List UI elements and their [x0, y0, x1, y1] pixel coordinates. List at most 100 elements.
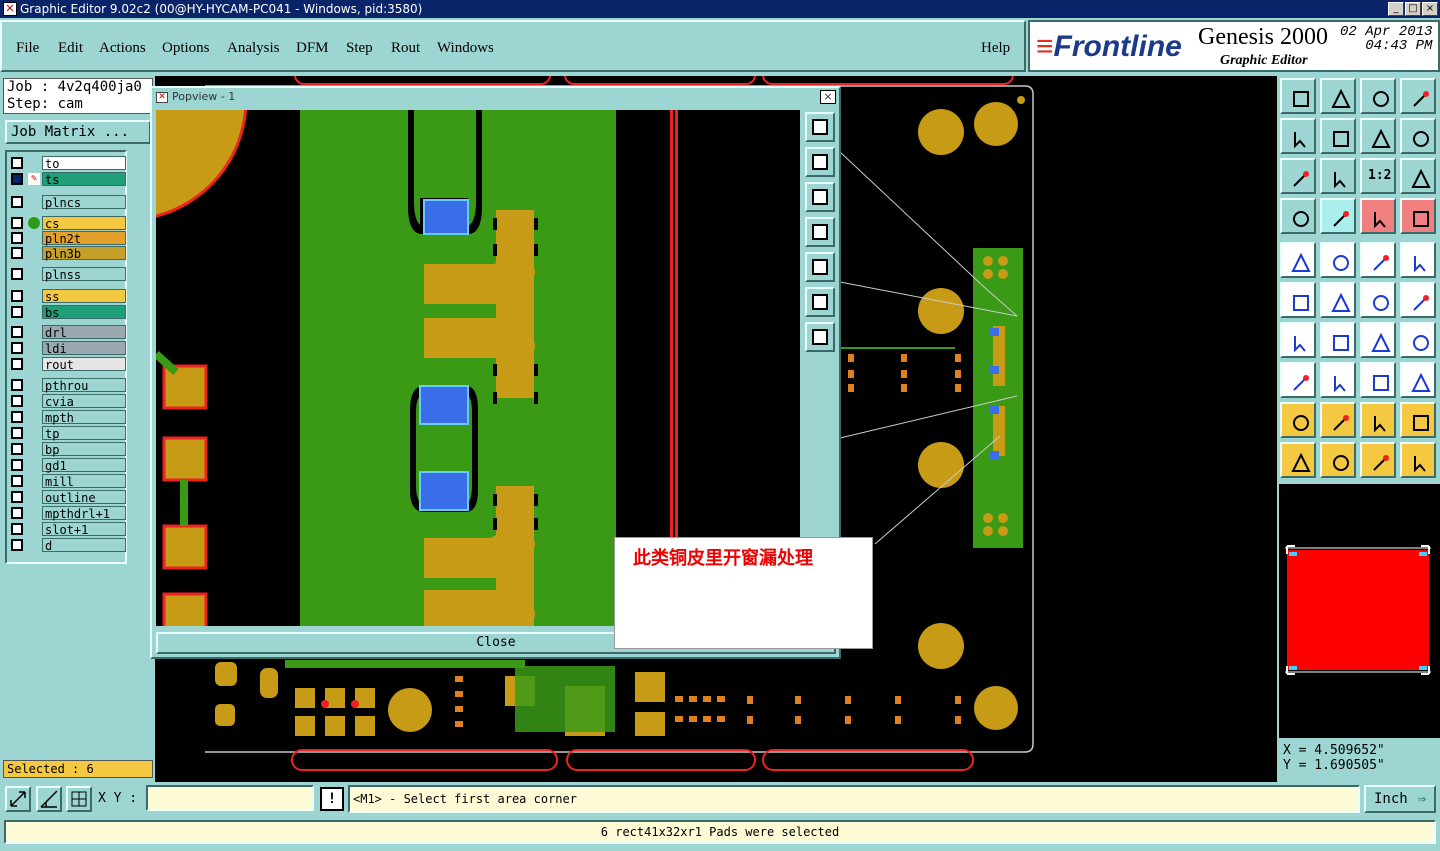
pointer-button[interactable] [1280, 442, 1316, 478]
layer-checkbox[interactable] [11, 173, 23, 185]
menu-actions[interactable]: Actions [99, 40, 146, 57]
help-button[interactable] [1400, 158, 1436, 194]
angle-button[interactable] [1280, 322, 1316, 358]
route-button[interactable] [1400, 442, 1436, 478]
arrow-button[interactable] [1400, 282, 1436, 318]
zoom-left-button[interactable] [1280, 118, 1316, 154]
pan-button[interactable] [1280, 242, 1316, 278]
triangle-c-button[interactable] [1360, 402, 1396, 438]
arc-button[interactable] [1360, 322, 1396, 358]
layer-row-to[interactable]: to [7, 156, 129, 171]
overview-panel[interactable] [1279, 484, 1440, 738]
connect-button[interactable] [1280, 282, 1316, 318]
popview-pan-down-button[interactable] [805, 182, 835, 212]
minimize-button[interactable]: _ [1388, 2, 1404, 16]
menu-step[interactable]: Step [346, 40, 373, 57]
zoom-area-button[interactable] [5, 786, 31, 812]
menu-options[interactable]: Options [162, 40, 210, 57]
home-down-button[interactable] [1320, 78, 1356, 114]
text-button[interactable] [1400, 322, 1436, 358]
layer-checkbox[interactable] [11, 268, 23, 280]
popview-close-icon[interactable]: × [820, 90, 836, 104]
menu-rout[interactable]: Rout [391, 40, 420, 57]
layer-row-mpth[interactable]: mpth [7, 410, 129, 425]
popview-zoom-in-button[interactable] [805, 287, 835, 317]
layer-checkbox[interactable] [11, 379, 23, 391]
dot-button[interactable] [1400, 242, 1436, 278]
split-button[interactable] [1400, 78, 1436, 114]
flip-button[interactable] [1360, 118, 1396, 154]
pen-button[interactable] [1320, 322, 1356, 358]
job-matrix-button[interactable]: Job Matrix ... [5, 120, 151, 144]
layer-checkbox[interactable] [11, 443, 23, 455]
line-button[interactable] [1360, 282, 1396, 318]
cross-button[interactable] [1320, 282, 1356, 318]
triangle-b-button[interactable] [1320, 402, 1356, 438]
triangle-d-button[interactable] [1400, 402, 1436, 438]
menu-file[interactable]: File [16, 40, 39, 57]
layer-row-slot1[interactable]: slot+1 [7, 522, 129, 537]
layer-checkbox[interactable] [11, 217, 23, 229]
ratio-button[interactable]: 1:2 [1360, 158, 1396, 194]
snap-active-button[interactable] [1400, 198, 1436, 234]
layer-row-mill[interactable]: mill [7, 474, 129, 489]
center-button[interactable] [1320, 158, 1356, 194]
layer-row-plnss[interactable]: plnss [7, 267, 129, 282]
layer-row-pln2t[interactable]: pln2t [7, 231, 129, 246]
fit-box-button[interactable] [1360, 362, 1396, 398]
layer-checkbox[interactable] [11, 306, 23, 318]
layer-checkbox[interactable] [11, 326, 23, 338]
layer-row-mpthdrl1[interactable]: mpthdrl+1 [7, 506, 129, 521]
zoom-right-button[interactable] [1320, 118, 1356, 154]
menu-edit[interactable]: Edit [58, 40, 83, 57]
layer-checkbox[interactable] [11, 196, 23, 208]
layer-row-cs[interactable]: cs [7, 216, 129, 231]
layer-row-tp[interactable]: tp [7, 426, 129, 441]
layer-checkbox[interactable] [11, 427, 23, 439]
layer-checkbox[interactable] [11, 491, 23, 503]
popview-pan-left-button[interactable] [805, 217, 835, 247]
layer-row-d[interactable]: d [7, 538, 129, 553]
layer-checkbox[interactable] [11, 411, 23, 423]
alert-button[interactable]: ! [320, 787, 344, 811]
menu-help[interactable]: Help [981, 40, 1010, 57]
layer-checkbox[interactable] [11, 459, 23, 471]
xy-input[interactable] [146, 785, 314, 811]
snap-button[interactable] [1360, 198, 1396, 234]
popview-pan-up-button[interactable] [805, 147, 835, 177]
layer-checkbox[interactable] [11, 358, 23, 370]
layer-checkbox[interactable] [11, 475, 23, 487]
measure-button[interactable] [36, 786, 62, 812]
layer-row-rout[interactable]: rout [7, 357, 129, 372]
layer-row-ts[interactable]: ✎ ts [7, 172, 129, 187]
layer-checkbox[interactable] [11, 247, 23, 259]
layer-checkbox[interactable] [11, 232, 23, 244]
target-button[interactable] [1280, 362, 1316, 398]
grid-button[interactable] [1320, 198, 1356, 234]
layer-row-gd1[interactable]: gd1 [7, 458, 129, 473]
pointer-alt-button[interactable] [1360, 442, 1396, 478]
layers-button[interactable] [1400, 362, 1436, 398]
layer-row-cvia[interactable]: cvia [7, 394, 129, 409]
menu-analysis[interactable]: Analysis [227, 40, 280, 57]
layer-row-bs[interactable]: bs [7, 305, 129, 320]
layer-row-plncs[interactable]: plncs [7, 195, 129, 210]
s-curve-button[interactable] [1400, 118, 1436, 154]
layer-row-pln3b[interactable]: pln3b [7, 246, 129, 261]
layer-row-ldi[interactable]: ldi [7, 341, 129, 356]
fit-button[interactable] [1280, 158, 1316, 194]
layer-checkbox[interactable] [11, 539, 23, 551]
maximize-button[interactable]: □ [1405, 2, 1421, 16]
popview-zoom-out-button[interactable] [805, 322, 835, 352]
layer-row-pthrou[interactable]: pthrou [7, 378, 129, 393]
layer-row-drl[interactable]: drl [7, 325, 129, 340]
layer-checkbox[interactable] [11, 157, 23, 169]
layer-checkbox[interactable] [11, 342, 23, 354]
pointer-box-button[interactable] [1320, 442, 1356, 478]
popview-zoom-fit-button[interactable] [805, 112, 835, 142]
layer-checkbox[interactable] [11, 523, 23, 535]
ruler-button[interactable] [1360, 242, 1396, 278]
layer-checkbox[interactable] [11, 395, 23, 407]
grid-button[interactable] [66, 786, 92, 812]
unit-toggle[interactable]: Inch ⇒ [1364, 785, 1436, 813]
